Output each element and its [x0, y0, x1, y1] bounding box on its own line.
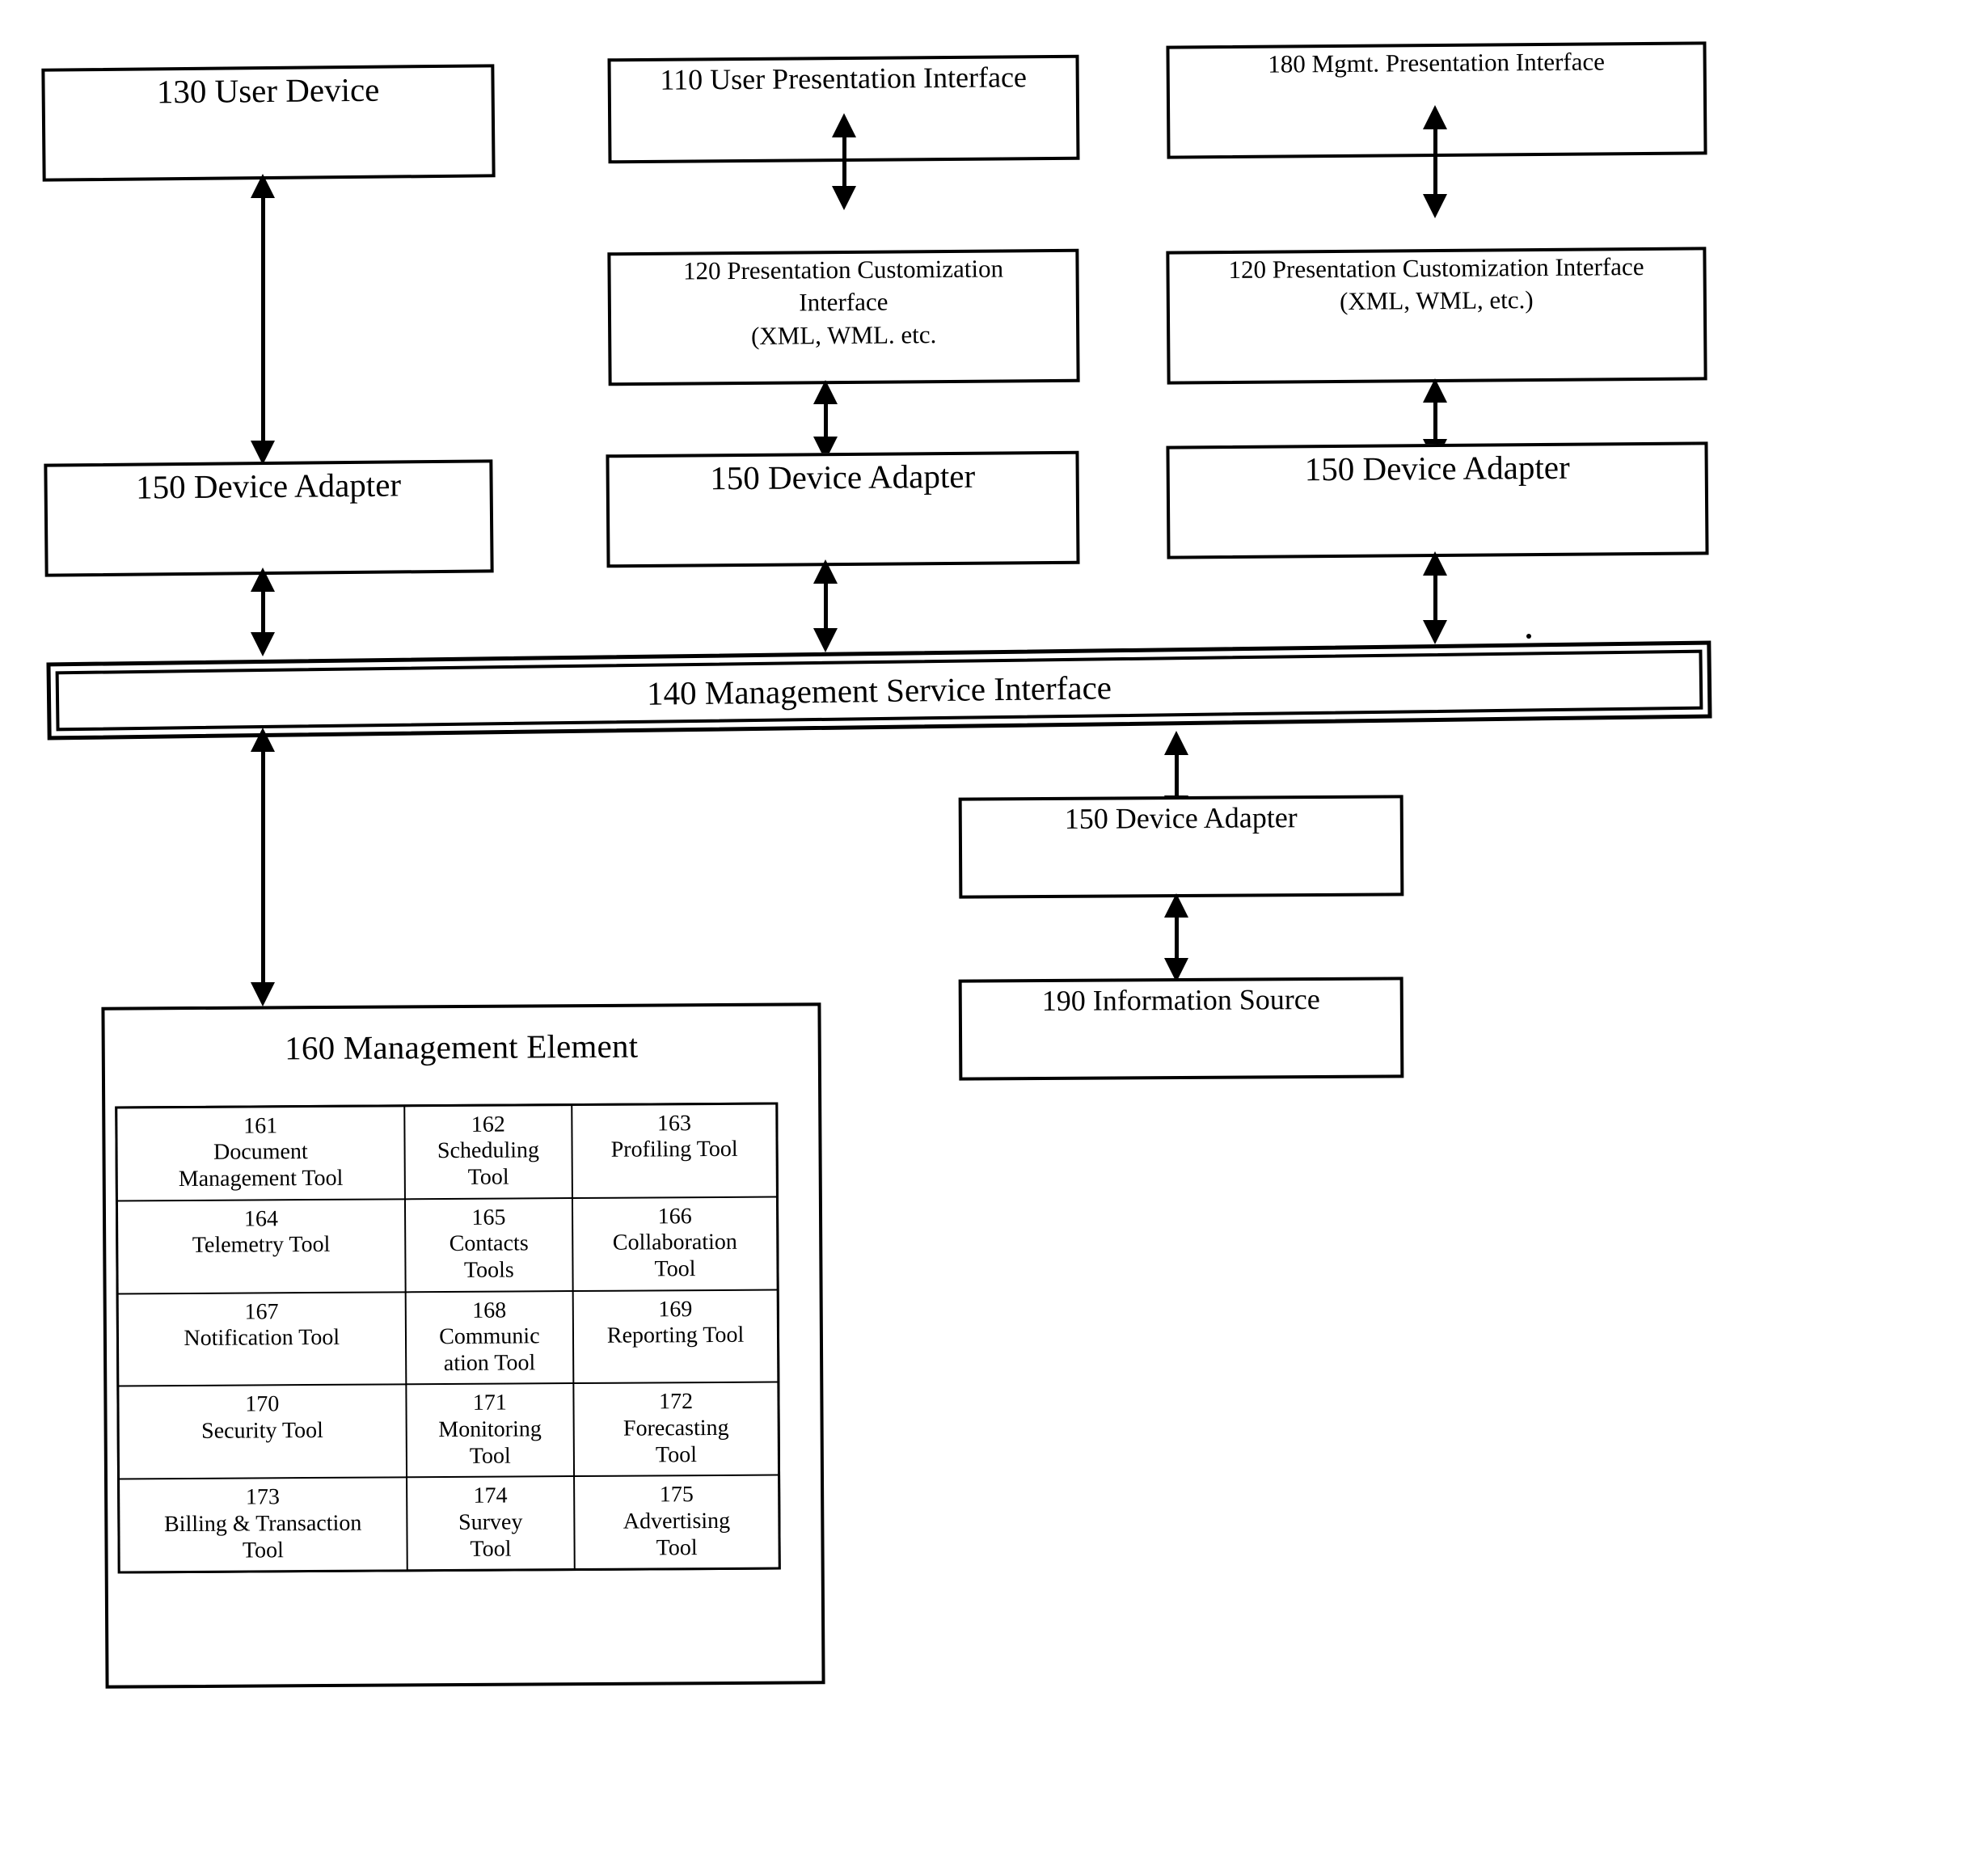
arrowhead-down-icon: [1423, 620, 1447, 644]
arrow-shaft: [1433, 576, 1437, 620]
node-user-device: 130 User Device: [41, 64, 496, 182]
arrowhead-down-icon: [251, 632, 275, 656]
tool-number: 162: [471, 1112, 505, 1137]
node-information-source: 190 Information Source: [958, 977, 1404, 1081]
node-presentation-customization-interface-right: 120 Presentation Customization Interface…: [1166, 247, 1707, 385]
arrowhead-down-icon: [251, 982, 275, 1006]
tool-name: Advertising Tool: [623, 1508, 731, 1561]
tool-number: 168: [472, 1297, 507, 1323]
node-presentation-customization-interface-mid-label: 120 Presentation Customization Interface…: [682, 254, 1004, 350]
node-management-service-interface-label: 140 Management Service Interface: [646, 669, 1112, 712]
arrow-shaft: [1433, 403, 1437, 439]
tool-cell-172[interactable]: 172 Forecasting Tool: [574, 1382, 779, 1476]
node-information-source-label: 190 Information Source: [1041, 982, 1320, 1018]
tool-name: Contacts Tools: [449, 1230, 529, 1284]
arrow-shaft: [1433, 129, 1437, 194]
tool-number: 167: [244, 1298, 279, 1325]
scan-speck: [1526, 634, 1531, 639]
arrow-shaft: [823, 404, 828, 437]
node-device-adapter-right: 150 Device Adapter: [1166, 441, 1709, 559]
tool-name: Communic ation Tool: [439, 1323, 540, 1377]
tool-number: 172: [658, 1389, 694, 1415]
arrow-shaft: [842, 137, 846, 186]
tool-number: 166: [657, 1203, 692, 1230]
node-device-adapter-mid-label: 150 Device Adapter: [710, 457, 976, 497]
management-service-interface-inner: 140 Management Service Interface: [55, 649, 1703, 732]
tool-number: 164: [243, 1206, 278, 1232]
arrow-shaft: [260, 592, 265, 632]
arrowhead-down-icon: [813, 628, 838, 652]
tool-cell-169[interactable]: 169 Reporting Tool: [573, 1290, 778, 1383]
tool-name: Forecasting Tool: [623, 1415, 729, 1468]
tool-cell-162[interactable]: 162 Scheduling Tool: [404, 1106, 572, 1199]
node-device-adapter-info: 150 Device Adapter: [958, 795, 1404, 899]
arrowhead-up-icon: [251, 728, 275, 752]
tool-cell-170[interactable]: 170 Security Tool: [119, 1385, 406, 1479]
node-user-presentation-interface-label: 110 User Presentation Interface: [660, 61, 1028, 96]
arrowhead-up-icon: [813, 559, 838, 584]
tool-number: 169: [658, 1296, 693, 1323]
arrow-shaft: [1174, 755, 1179, 795]
tool-number: 174: [473, 1483, 508, 1508]
tool-name: Billing & Transaction Tool: [163, 1510, 362, 1563]
arrowhead-up-icon: [251, 174, 275, 198]
tool-number: 170: [245, 1391, 280, 1417]
node-presentation-customization-interface-right-label: 120 Presentation Customization Interface…: [1228, 251, 1644, 316]
tool-name: Survey Tool: [458, 1508, 523, 1562]
node-device-adapter-left: 150 Device Adapter: [44, 459, 494, 577]
tool-name: Telemetry Tool: [192, 1232, 331, 1259]
node-management-service-interface: 140 Management Service Interface: [46, 640, 1712, 741]
tool-number: 173: [245, 1484, 281, 1510]
arrow-shaft: [260, 198, 265, 441]
arrow-shaft: [1174, 918, 1179, 958]
tool-name: Scheduling Tool: [437, 1137, 540, 1191]
arrowhead-up-icon: [1423, 378, 1447, 403]
tool-cell-175[interactable]: 175 Advertising Tool: [575, 1475, 779, 1569]
tool-cell-163[interactable]: 163 Profiling Tool: [572, 1104, 776, 1197]
tool-cell-167[interactable]: 167 Notification Tool: [118, 1292, 405, 1386]
tool-name: Security Tool: [201, 1417, 323, 1444]
arrowhead-up-icon: [1164, 893, 1188, 918]
tool-cell-173[interactable]: 173 Billing & Transaction Tool: [120, 1478, 407, 1572]
arrowhead-down-icon: [832, 186, 856, 210]
arrowhead-up-icon: [1423, 551, 1447, 576]
node-device-adapter-mid: 150 Device Adapter: [606, 450, 1080, 568]
arrowhead-up-icon: [1423, 105, 1447, 129]
node-device-adapter-right-label: 150 Device Adapter: [1304, 448, 1570, 488]
tool-name: Profiling Tool: [610, 1137, 738, 1163]
tool-name: Document Management Tool: [178, 1139, 344, 1192]
node-user-device-label: 130 User Device: [156, 70, 380, 111]
tool-cell-171[interactable]: 171 Monitoring Tool: [406, 1384, 574, 1477]
tool-number: 165: [471, 1205, 506, 1230]
tool-name: Collaboration Tool: [612, 1229, 737, 1282]
node-device-adapter-left-label: 150 Device Adapter: [135, 466, 402, 506]
arrowhead-up-icon: [813, 380, 838, 404]
tool-name: Reporting Tool: [606, 1322, 745, 1348]
tool-cell-168[interactable]: 168 Communic ation Tool: [406, 1291, 573, 1384]
node-mgmt-presentation-interface-label: 180 Mgmt. Presentation Interface: [1268, 47, 1606, 78]
arrow-shaft: [260, 752, 265, 982]
tool-name: Monitoring Tool: [438, 1416, 542, 1469]
node-management-element-label: 160 Management Element: [285, 1027, 639, 1067]
patent-figure-canvas: 130 User Device 110 User Presentation In…: [0, 0, 1988, 1865]
arrowhead-up-icon: [1164, 731, 1188, 755]
node-device-adapter-info-label: 150 Device Adapter: [1064, 801, 1298, 835]
tool-cell-166[interactable]: 166 Collaboration Tool: [573, 1197, 777, 1290]
arrowhead-up-icon: [832, 113, 856, 137]
tool-cell-161[interactable]: 161 Document Management Tool: [117, 1107, 404, 1200]
tool-cell-165[interactable]: 165 Contacts Tools: [405, 1198, 572, 1291]
tool-name: Notification Tool: [184, 1324, 340, 1351]
tool-number: 175: [659, 1482, 694, 1508]
tool-cell-174[interactable]: 174 Survey Tool: [407, 1477, 574, 1570]
tool-number: 171: [472, 1390, 507, 1416]
tool-number: 161: [243, 1113, 278, 1139]
node-presentation-customization-interface-mid: 120 Presentation Customization Interface…: [607, 248, 1080, 386]
tool-cell-164[interactable]: 164 Telemetry Tool: [117, 1200, 405, 1293]
arrow-shaft: [823, 584, 828, 628]
tool-number: 163: [656, 1111, 692, 1137]
arrowhead-down-icon: [1423, 194, 1447, 218]
management-tool-grid: 161 Document Management Tool 162 Schedul…: [115, 1102, 781, 1574]
arrowhead-up-icon: [251, 568, 275, 592]
